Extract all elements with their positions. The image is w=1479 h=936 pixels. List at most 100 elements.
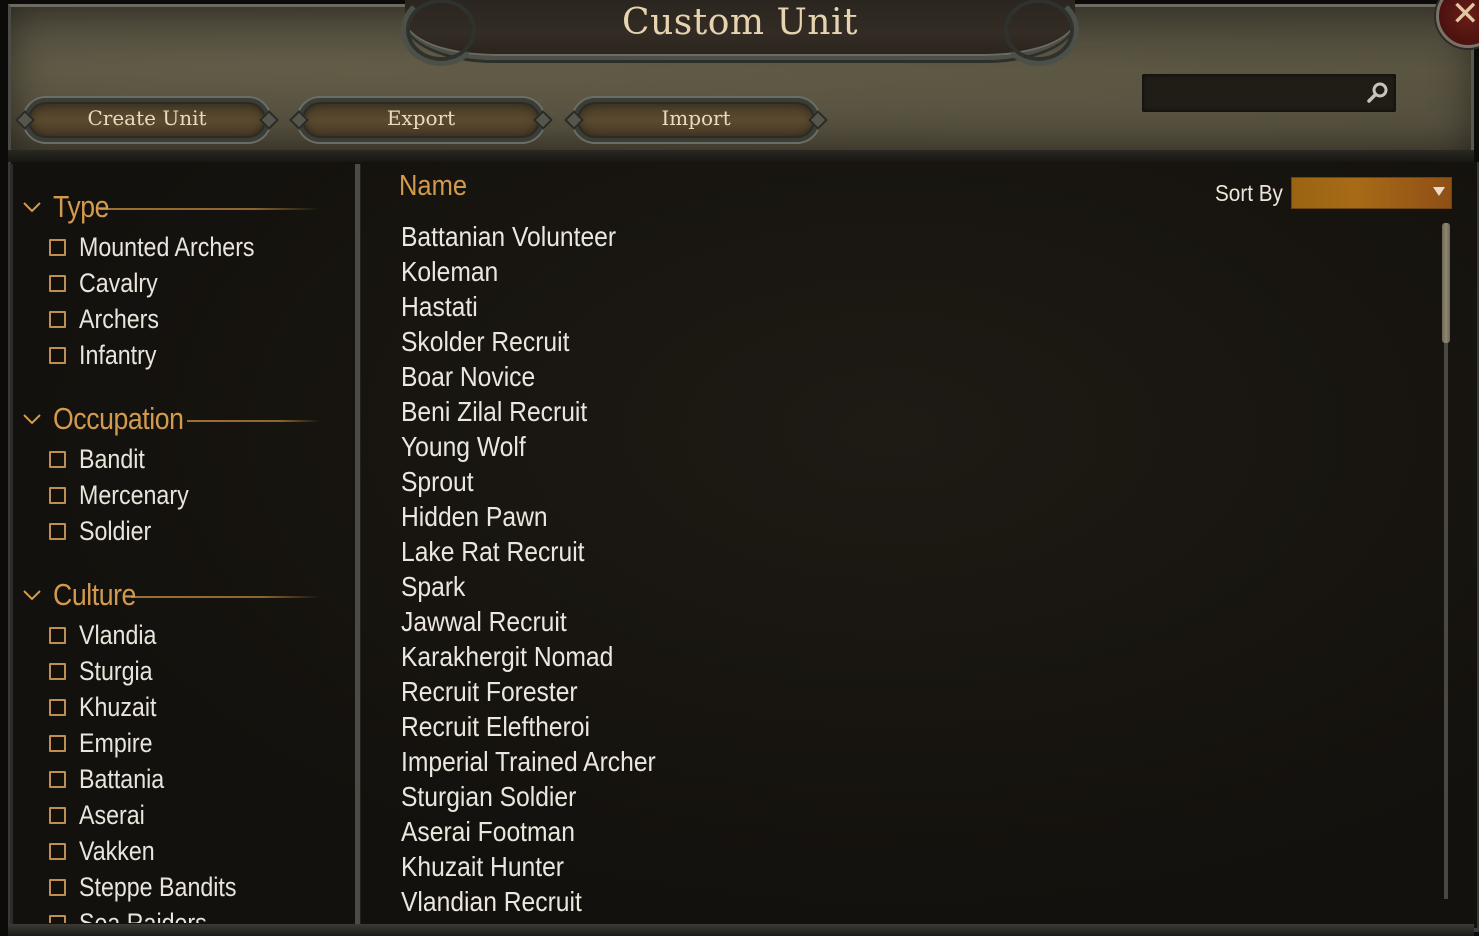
unit-list-item[interactable]: Imperial Trained Archer [401, 744, 1307, 779]
export-button[interactable]: Export [289, 98, 553, 142]
checkbox[interactable] [49, 450, 66, 468]
filter-group-header-occupation[interactable]: Occupation [18, 397, 348, 441]
panel-edge [10, 164, 13, 928]
checkbox[interactable] [49, 806, 66, 824]
filter-group-culture: Culture Vlandia Sturgia Khuzait Empire B… [18, 573, 348, 923]
checkbox[interactable] [49, 770, 66, 788]
filter-option-label: Khuzait [79, 691, 157, 722]
filter-option-cavalry[interactable]: Cavalry [18, 265, 348, 301]
filter-option-infantry[interactable]: Infantry [18, 337, 348, 373]
filter-option-mounted-archers[interactable]: Mounted Archers [18, 229, 348, 265]
unit-list-item[interactable]: Skolder Recruit [401, 324, 1307, 359]
filter-option-label: Mounted Archers [79, 231, 255, 262]
unit-list-item[interactable]: Hastati [401, 289, 1307, 324]
filter-group-header-type[interactable]: Type [18, 185, 348, 229]
filter-option-label: Vakken [79, 835, 155, 866]
filter-option-mercenary[interactable]: Mercenary [18, 477, 348, 513]
filter-group-occupation: Occupation Bandit Mercenary Soldier [18, 397, 348, 549]
checkbox[interactable] [49, 486, 66, 504]
checkbox[interactable] [49, 274, 66, 292]
group-divider-line [186, 420, 320, 422]
unit-list-item[interactable]: Recruit Forester [401, 674, 1307, 709]
unit-list: Battanian Volunteer Koleman Hastati Skolder… [401, 219, 1431, 924]
checkbox[interactable] [49, 522, 66, 540]
checkbox[interactable] [49, 238, 66, 256]
sort-by-dropdown[interactable] [1291, 177, 1452, 209]
unit-list-item[interactable]: Aserai Footman [401, 814, 1307, 849]
filter-option-label: Soldier [79, 515, 152, 546]
create-unit-label: Create Unit [87, 106, 207, 130]
checkbox[interactable] [49, 734, 66, 752]
unit-list-item[interactable]: Young Wolf [401, 429, 1307, 464]
checkbox[interactable] [49, 878, 66, 896]
filter-option-label: Sturgia [79, 655, 153, 686]
export-label: Export [386, 106, 456, 130]
filter-option-vlandia[interactable]: Vlandia [18, 617, 348, 653]
filter-option-sturgia[interactable]: Sturgia [18, 653, 348, 689]
filter-option-label: Bandit [79, 443, 145, 474]
filter-option-label: Cavalry [79, 267, 158, 298]
name-column-header[interactable]: Name [399, 170, 467, 203]
filter-group-header-culture[interactable]: Culture [18, 573, 348, 617]
filter-option-empire[interactable]: Empire [18, 725, 348, 761]
window-title: Custom Unit [622, 2, 858, 43]
filter-option-label: Vlandia [79, 619, 157, 650]
filter-option-label: Empire [79, 727, 153, 758]
checkbox[interactable] [49, 662, 66, 680]
unit-list-item[interactable]: Beni Zilal Recruit [401, 394, 1307, 429]
import-label: Import [661, 106, 731, 130]
filter-option-label: Archers [79, 303, 160, 334]
filter-option-steppe-bandits[interactable]: Steppe Bandits [18, 869, 348, 905]
unit-list-item[interactable]: Vlandian Recruit [401, 884, 1307, 919]
filter-option-label: Battania [79, 763, 165, 794]
filter-group-title: Occupation [53, 401, 184, 436]
dropdown-arrow-icon [1433, 187, 1445, 196]
unit-list-item[interactable]: Hidden Pawn [401, 499, 1307, 534]
chevron-down-icon [23, 202, 41, 213]
filter-option-khuzait[interactable]: Khuzait [18, 689, 348, 725]
unit-list-item[interactable]: Boar Novice [401, 359, 1307, 394]
filter-option-bandit[interactable]: Bandit [18, 441, 348, 477]
unit-list-item[interactable]: Recruit Eleftheroi [401, 709, 1307, 744]
filter-group-type: Type Mounted Archers Cavalry Archers Inf… [18, 185, 348, 373]
filter-option-vakken[interactable]: Vakken [18, 833, 348, 869]
unit-list-item[interactable]: Karakhergit Nomad [401, 639, 1307, 674]
create-unit-button[interactable]: Create Unit [15, 98, 279, 142]
checkbox[interactable] [49, 842, 66, 860]
bottom-frame [8, 924, 1474, 936]
filter-option-battania[interactable]: Battania [18, 761, 348, 797]
filter-option-archers[interactable]: Archers [18, 301, 348, 337]
group-divider-line [100, 208, 320, 210]
checkbox[interactable] [49, 698, 66, 716]
unit-list-item[interactable]: Sturgian Soldier [401, 779, 1307, 814]
checkbox[interactable] [49, 346, 66, 364]
filter-option-label: Mercenary [79, 479, 189, 510]
chevron-down-icon [23, 414, 41, 425]
group-divider-line [131, 596, 320, 598]
unit-list-item[interactable]: Spark [401, 569, 1307, 604]
checkbox[interactable] [49, 914, 66, 923]
unit-list-item[interactable]: Battanian Volunteer [401, 219, 1307, 254]
unit-list-item[interactable]: Khuzait Hunter [401, 849, 1307, 884]
filter-group-title: Culture [53, 577, 136, 612]
unit-list-item[interactable]: Koleman [401, 254, 1307, 289]
filter-option-aserai[interactable]: Aserai [18, 797, 348, 833]
filter-option-sea-raiders[interactable]: Sea Raiders [18, 905, 348, 923]
filter-option-soldier[interactable]: Soldier [18, 513, 348, 549]
close-icon: ✕ [1451, 0, 1479, 34]
checkbox[interactable] [49, 310, 66, 328]
unit-list-item[interactable]: Lake Rat Recruit [401, 534, 1307, 569]
filter-sidebar: Type Mounted Archers Cavalry Archers Inf… [18, 185, 348, 923]
search-input[interactable] [1142, 74, 1367, 114]
import-button[interactable]: Import [564, 98, 828, 142]
scrollbar-thumb[interactable] [1442, 223, 1450, 343]
filter-option-label: Aserai [79, 799, 145, 830]
unit-list-item[interactable]: Jawwal Recruit [401, 604, 1307, 639]
sort-by-label: Sort By [1215, 180, 1283, 206]
checkbox[interactable] [49, 626, 66, 644]
unit-list-item[interactable]: Sprout [401, 464, 1307, 499]
filter-option-label: Steppe Bandits [79, 871, 237, 902]
chevron-down-icon [23, 590, 41, 601]
search-icon[interactable] [1366, 81, 1390, 105]
filter-option-label: Sea Raiders [79, 907, 207, 924]
